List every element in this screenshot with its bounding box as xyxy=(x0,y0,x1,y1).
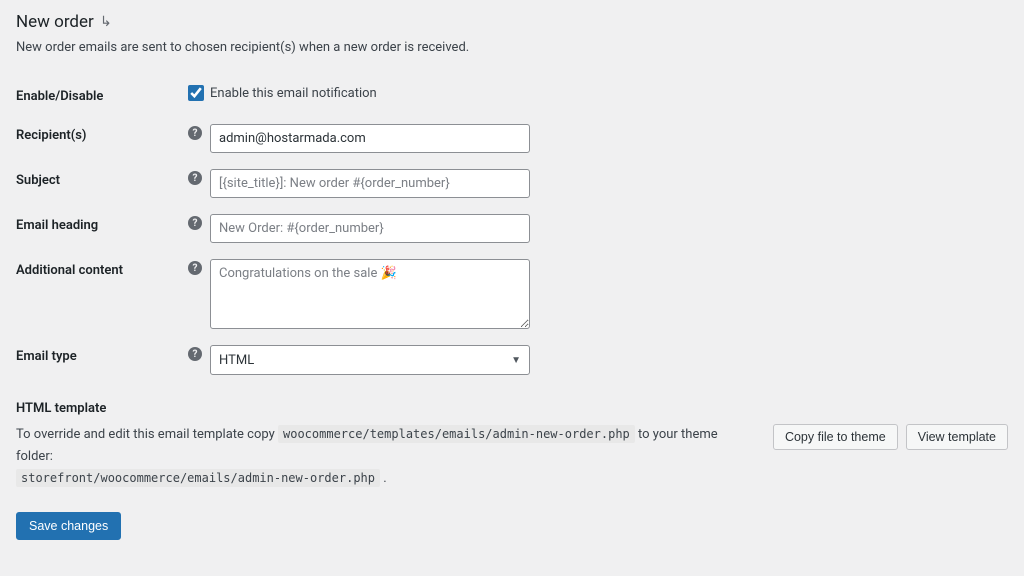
help-icon[interactable]: ? xyxy=(188,216,202,230)
help-icon[interactable]: ? xyxy=(188,171,202,185)
email-type-value: HTML xyxy=(219,353,254,368)
email-type-select[interactable]: HTML ▼ xyxy=(210,345,530,375)
enable-checkbox-label[interactable]: Enable this email notification xyxy=(188,85,377,101)
enable-label: Enable/Disable xyxy=(16,77,188,116)
subject-input[interactable] xyxy=(210,169,530,198)
help-icon[interactable]: ? xyxy=(188,261,202,275)
template-override-text: To override and edit this email template… xyxy=(16,424,753,490)
heading-input[interactable] xyxy=(210,214,530,243)
enable-checkbox[interactable] xyxy=(188,85,204,101)
page-title: New order ↲ xyxy=(16,12,1008,32)
heading-label: Email heading xyxy=(16,206,188,251)
back-arrow-icon[interactable]: ↲ xyxy=(100,14,112,30)
email-type-label: Email type xyxy=(16,337,188,383)
additional-label: Additional content xyxy=(16,251,188,337)
page-title-text: New order xyxy=(16,12,94,32)
recipients-input[interactable] xyxy=(210,124,530,153)
template-text-prefix: To override and edit this email template… xyxy=(16,427,275,442)
recipients-label: Recipient(s) xyxy=(16,116,188,161)
help-icon[interactable]: ? xyxy=(188,126,202,140)
help-icon[interactable]: ? xyxy=(188,347,202,361)
copy-file-button[interactable]: Copy file to theme xyxy=(773,424,898,450)
template-source-path: woocommerce/templates/emails/admin-new-o… xyxy=(278,425,635,443)
subject-label: Subject xyxy=(16,161,188,206)
chevron-down-icon: ▼ xyxy=(511,355,521,366)
template-dest-path: storefront/woocommerce/emails/admin-new-… xyxy=(16,469,380,487)
template-section-label: HTML template xyxy=(16,401,1008,416)
settings-form: Enable/Disable Enable this email notific… xyxy=(16,77,530,383)
enable-checkbox-text: Enable this email notification xyxy=(210,86,377,101)
additional-content-textarea[interactable] xyxy=(210,259,530,329)
page-description: New order emails are sent to chosen reci… xyxy=(16,40,1008,55)
save-button[interactable]: Save changes xyxy=(16,512,121,540)
view-template-button[interactable]: View template xyxy=(906,424,1008,450)
